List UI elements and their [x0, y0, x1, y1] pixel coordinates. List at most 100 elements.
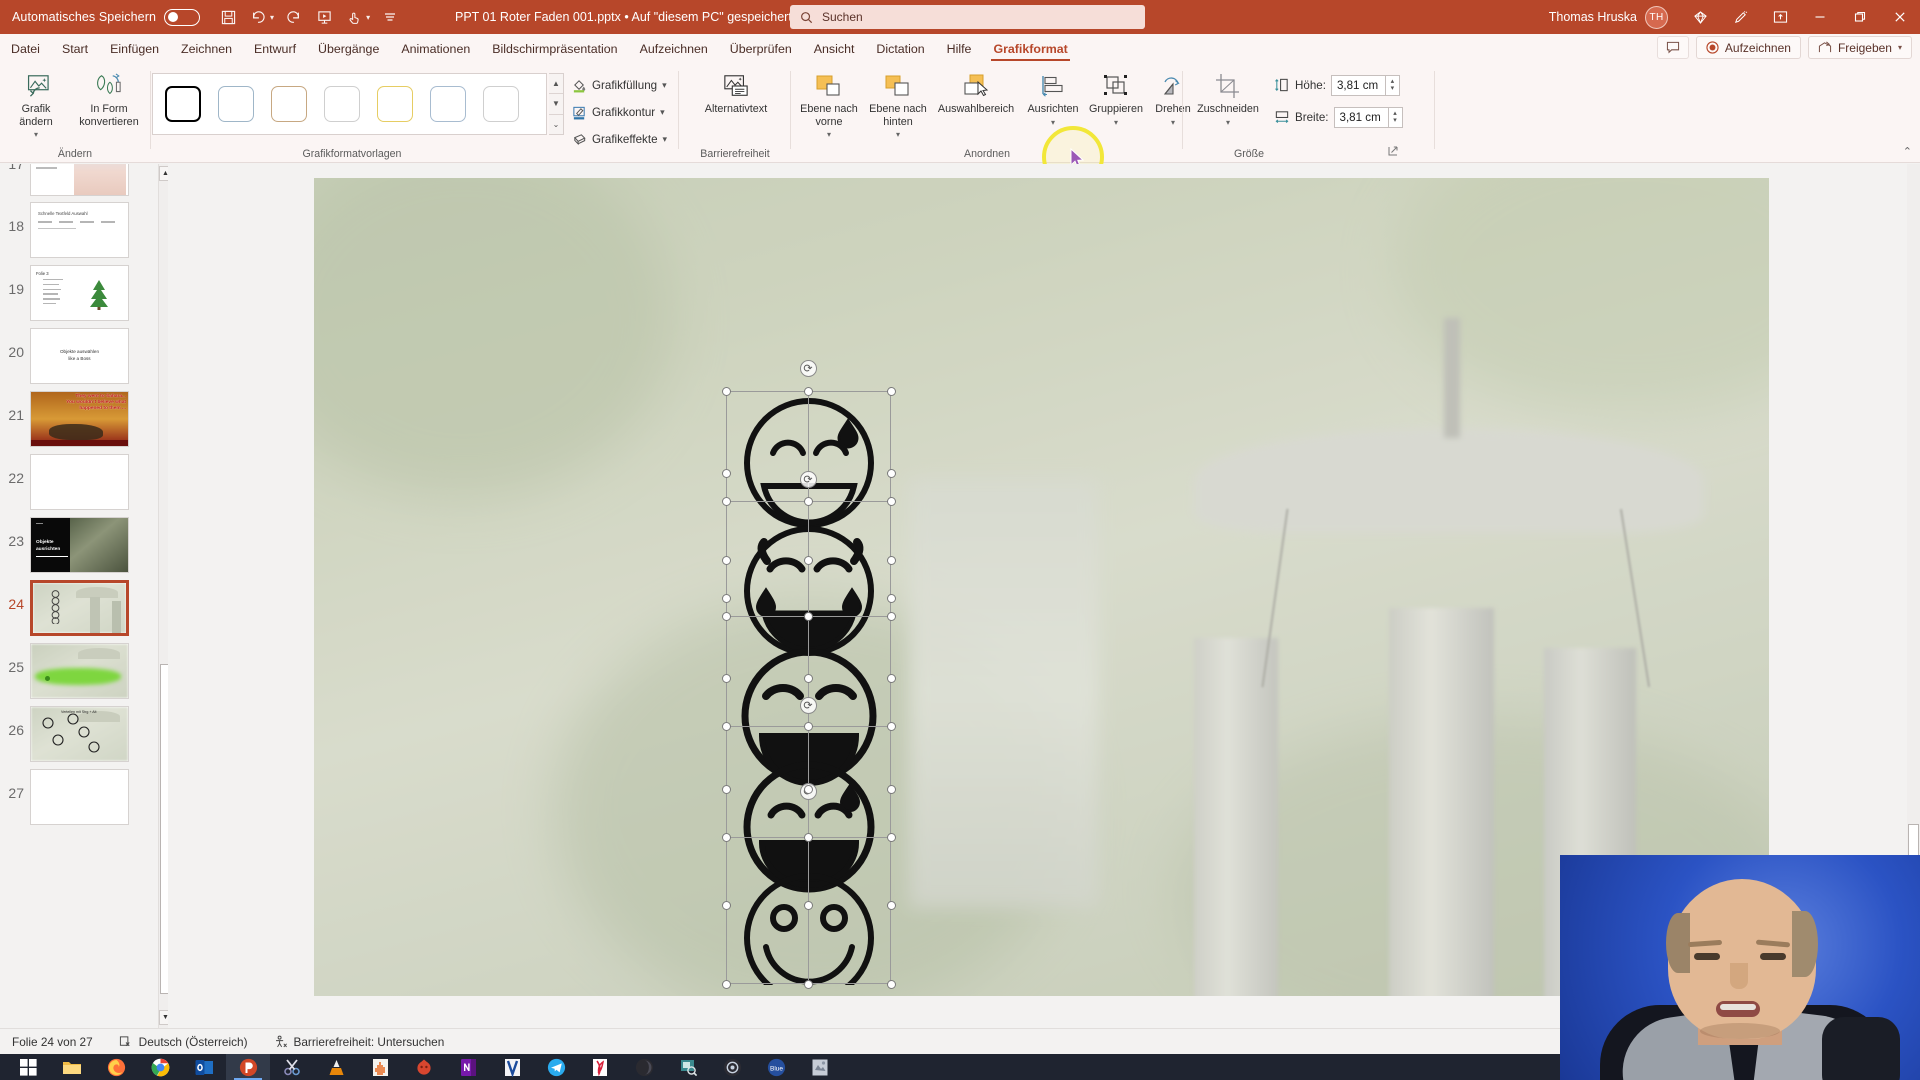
start-slideshow-icon[interactable] [310, 4, 338, 30]
firefox-icon[interactable] [94, 1054, 138, 1080]
tab-zeichnen[interactable]: Zeichnen [170, 36, 243, 63]
tab-bildschirmpraesentation[interactable]: Bildschirmpräsentation [481, 36, 628, 63]
close-button[interactable] [1880, 0, 1920, 34]
resize-handle[interactable] [721, 496, 731, 506]
tab-hilfe[interactable]: Hilfe [936, 36, 983, 63]
resize-handle[interactable] [803, 979, 813, 989]
screen-capture-icon[interactable] [666, 1054, 710, 1080]
align-chevron-down-icon[interactable]: ▾ [1051, 118, 1055, 127]
onenote-icon[interactable] [446, 1054, 490, 1080]
pen-icon[interactable] [1720, 0, 1760, 34]
resize-handle[interactable] [803, 721, 813, 731]
document-title[interactable]: PPT 01 Roter Faden 001.pptx • Auf "diese… [455, 0, 803, 34]
bring-forward-chevron-down-icon[interactable]: ▾ [827, 130, 831, 139]
touch-mode-icon[interactable] [340, 4, 368, 30]
list-item[interactable]: 26 Verteilen mit Strg + Alt [0, 706, 160, 762]
tab-grafikformat[interactable]: Grafikformat [982, 36, 1078, 63]
ribbon-display-icon[interactable] [1760, 0, 1800, 34]
slide-thumbnail-selected[interactable] [30, 580, 129, 636]
tab-aufzeichnen[interactable]: Aufzeichnen [629, 36, 719, 63]
accessibility-status[interactable]: Barrierefreiheit: Untersuchen [274, 1035, 444, 1049]
tab-animationen[interactable]: Animationen [390, 36, 481, 63]
share-button[interactable]: Freigeben ▾ [1807, 36, 1912, 59]
undo-dropdown-caret[interactable]: ▾ [270, 13, 274, 22]
minimize-button[interactable] [1800, 0, 1840, 34]
ribbon-collapse-button[interactable]: ⌃ [1903, 145, 1912, 158]
diamond-icon[interactable] [1680, 0, 1720, 34]
gallery-item-5[interactable] [424, 83, 471, 125]
list-item[interactable]: 20 Objekte auswählen like a Boss [0, 328, 160, 384]
crop-chevron-down-icon[interactable]: ▾ [1226, 118, 1230, 127]
list-item[interactable]: 22 [0, 454, 160, 510]
start-icon[interactable] [6, 1054, 50, 1080]
resize-handle[interactable] [721, 979, 731, 989]
resize-handle[interactable] [886, 468, 896, 478]
resize-handle[interactable] [886, 611, 896, 621]
gallery-item-6[interactable] [477, 83, 524, 125]
gallery-item-4[interactable] [371, 83, 418, 125]
tab-uebergaenge[interactable]: Übergänge [307, 36, 390, 63]
slide-thumbnail[interactable] [30, 643, 129, 699]
resize-handle[interactable] [803, 784, 813, 794]
vlc-icon[interactable] [314, 1054, 358, 1080]
resize-handle[interactable] [886, 593, 896, 603]
pdf-icon[interactable] [578, 1054, 622, 1080]
bluestacks-icon[interactable]: Blue [754, 1054, 798, 1080]
autosave-toggle[interactable] [164, 8, 201, 26]
resize-handle[interactable] [721, 555, 731, 565]
gallery-item-3[interactable] [318, 83, 365, 125]
comments-button[interactable] [1656, 36, 1689, 59]
chrome-icon[interactable] [138, 1054, 182, 1080]
share-chevron-down-icon[interactable]: ▾ [1898, 43, 1902, 52]
selection-pane-button[interactable]: Auswahlbereich [931, 69, 1021, 116]
customize-qat-icon[interactable] [376, 4, 404, 30]
resize-handle[interactable] [886, 555, 896, 565]
resize-handle[interactable] [803, 832, 813, 842]
slide-thumbnail[interactable]: Verteilen mit Strg + Alt [30, 706, 129, 762]
resize-handle[interactable] [803, 496, 813, 506]
record-button[interactable]: Aufzeichnen [1695, 36, 1801, 59]
list-item[interactable]: 19 Folie 3 [0, 265, 160, 321]
slide-thumbnail[interactable]: Folie 3 [30, 265, 129, 321]
width-input[interactable]: 3,81 cm [1333, 106, 1389, 128]
touch-dropdown-caret[interactable]: ▾ [366, 13, 370, 22]
tab-entwurf[interactable]: Entwurf [243, 36, 307, 63]
snipping-tool-icon[interactable] [270, 1054, 314, 1080]
tab-start[interactable]: Start [51, 36, 99, 63]
file-explorer-icon[interactable] [50, 1054, 94, 1080]
slide-thumbnail[interactable] [30, 454, 129, 510]
picture-effects-chevron-down-icon[interactable]: ▾ [663, 134, 668, 145]
gallery-scrollbar[interactable]: ▲ ▼ ⌄ [549, 73, 564, 135]
group-button[interactable]: Gruppieren ▾ [1080, 69, 1152, 129]
slide-thumbnail[interactable] [30, 769, 129, 825]
resize-handle[interactable] [886, 673, 896, 683]
gallery-more-icon[interactable]: ⌄ [549, 114, 563, 134]
gallery-item-1[interactable] [212, 83, 259, 125]
rotate-handle-icon[interactable]: ⟳ [799, 470, 817, 488]
alt-text-button[interactable]: Alternativtext [698, 69, 774, 116]
resize-handle[interactable] [886, 496, 896, 506]
search-box[interactable]: Suchen [790, 5, 1145, 29]
slide-thumbnail[interactable] [30, 164, 129, 196]
resize-handle[interactable] [886, 900, 896, 910]
slide-thumbnail[interactable]: Objekte ausrichten [30, 517, 129, 573]
slide-thumbnail[interactable]: Schnelle Textfeld Auswahl [30, 202, 129, 258]
outlook-icon[interactable] [182, 1054, 226, 1080]
audacity-icon[interactable] [358, 1054, 402, 1080]
slide-canvas[interactable]: ⟳ ⟳ ⟳ ⟳ [314, 178, 1769, 996]
avatar[interactable]: TH [1645, 5, 1668, 29]
resize-handle[interactable] [721, 900, 731, 910]
gallery-scroll-up-icon[interactable]: ▲ [549, 74, 563, 95]
change-picture-chevron-down-icon[interactable]: ▾ [34, 130, 38, 139]
resize-handle[interactable] [886, 832, 896, 842]
picture-outline-button[interactable]: Grafikkontur ▾ [572, 102, 667, 122]
tab-einfuegen[interactable]: Einfügen [99, 36, 170, 63]
slide-thumbnail[interactable]: They went to Sahara... You wouldn´t beli… [30, 391, 129, 447]
size-dialog-launcher[interactable] [1387, 145, 1399, 157]
send-backward-chevron-down-icon[interactable]: ▾ [896, 130, 900, 139]
crop-button[interactable]: Zuschneiden ▾ [1189, 69, 1267, 129]
resize-handle[interactable] [721, 593, 731, 603]
resize-handle[interactable] [803, 611, 813, 621]
group-chevron-down-icon[interactable]: ▾ [1114, 118, 1118, 127]
resize-handle[interactable] [721, 784, 731, 794]
